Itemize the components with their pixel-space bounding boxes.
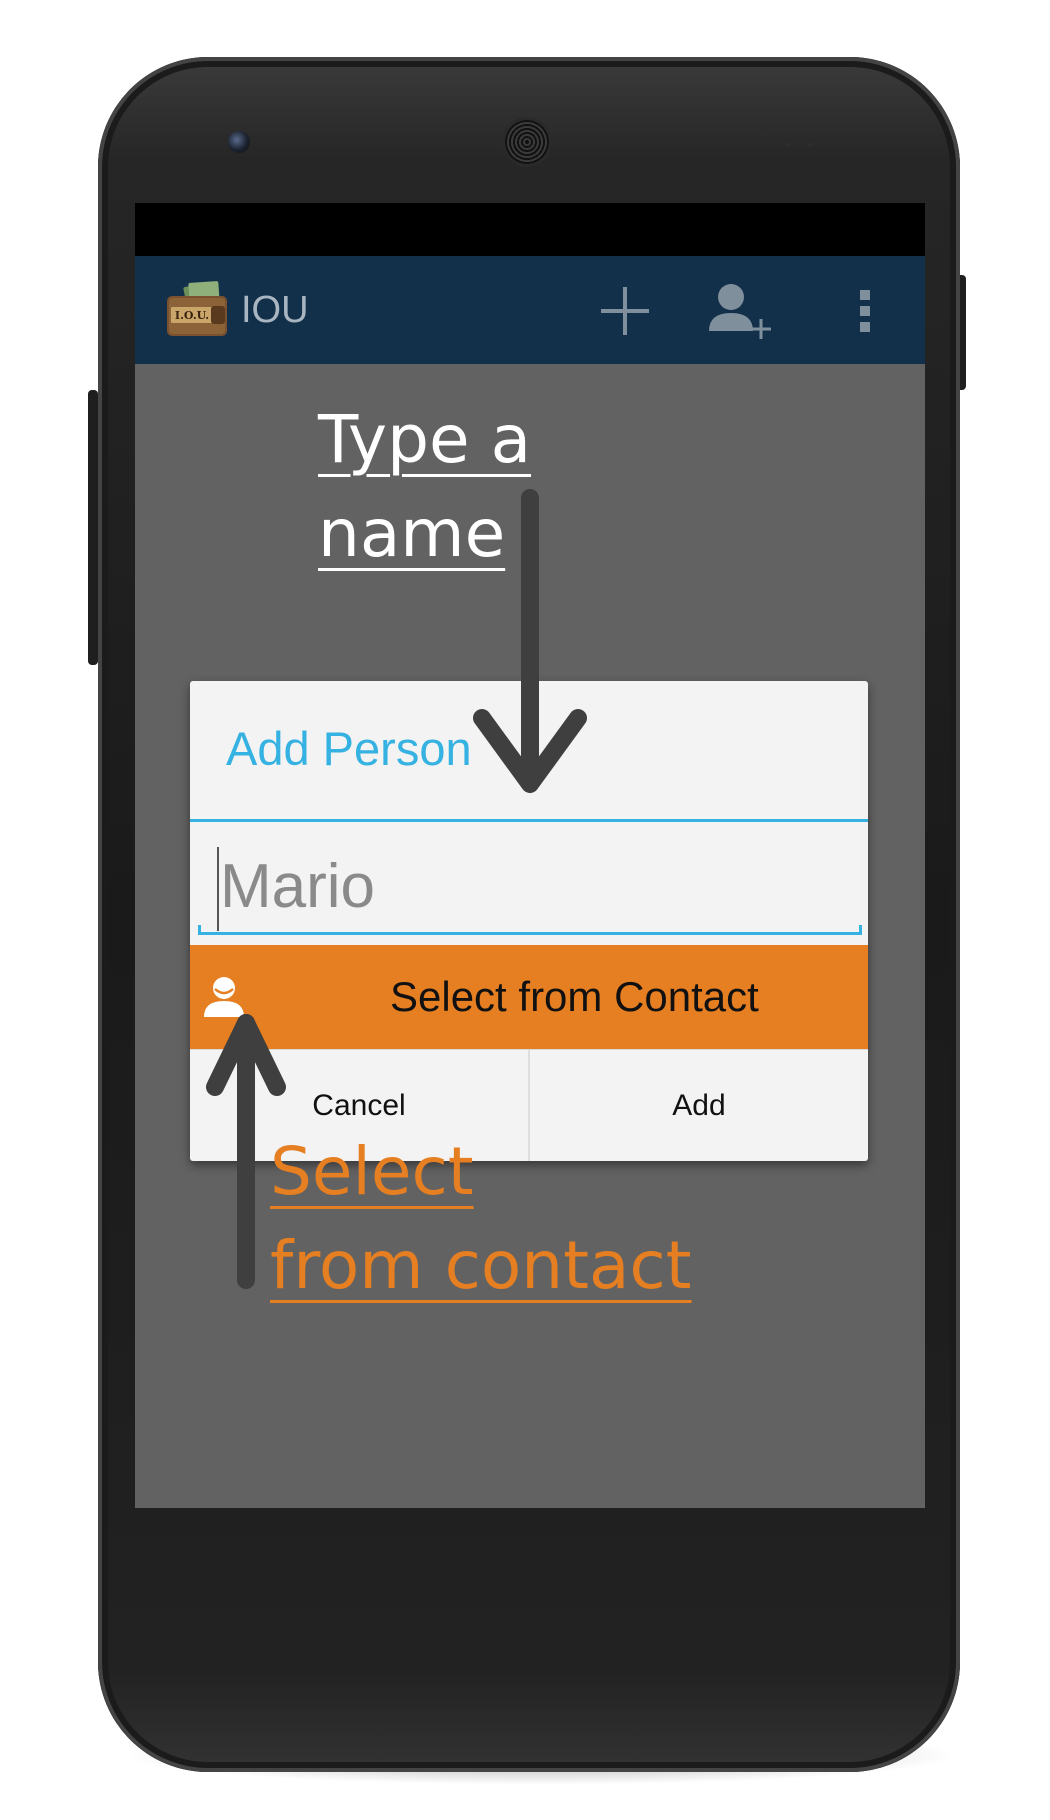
- arrow-to-contact-button: [206, 1014, 286, 1289]
- annotation-arrows: [206, 489, 587, 1289]
- phone-mockup-stage: I.O.U. IOU Add Person Mario Select from …: [0, 0, 1050, 1820]
- annotation-type-name-line2: name: [318, 495, 506, 572]
- annotation-type-name-line1: Type a: [318, 401, 532, 478]
- annotation-select-line1: Select: [270, 1133, 474, 1210]
- annotation-select-line2: from contact: [270, 1227, 692, 1304]
